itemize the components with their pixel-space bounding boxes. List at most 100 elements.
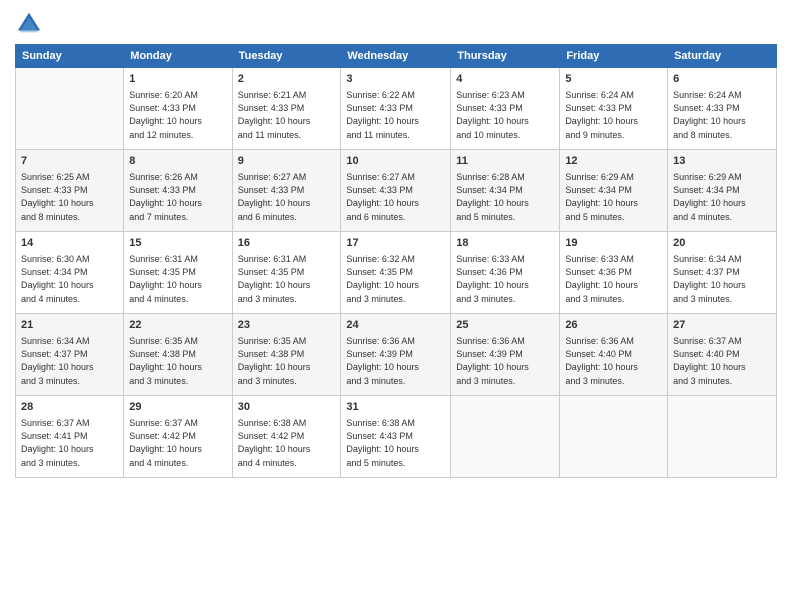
calendar-cell: 11 Sunrise: 6:28 AM Sunset: 4:34 PM Dayli… [451, 150, 560, 232]
calendar-cell: 3 Sunrise: 6:22 AM Sunset: 4:33 PM Daylig… [341, 68, 451, 150]
calendar-table: SundayMondayTuesdayWednesdayThursdayFrid… [15, 44, 777, 478]
day-number: 15 [129, 236, 226, 251]
day-number: 22 [129, 318, 226, 333]
day-info: Sunrise: 6:38 AM Sunset: 4:43 PM Dayligh… [346, 417, 445, 469]
day-number: 30 [238, 400, 336, 415]
day-info: Sunrise: 6:23 AM Sunset: 4:33 PM Dayligh… [456, 89, 554, 141]
day-number: 25 [456, 318, 554, 333]
calendar-cell: 8 Sunrise: 6:26 AM Sunset: 4:33 PM Daylig… [124, 150, 232, 232]
day-info: Sunrise: 6:36 AM Sunset: 4:40 PM Dayligh… [565, 335, 662, 387]
day-info: Sunrise: 6:38 AM Sunset: 4:42 PM Dayligh… [238, 417, 336, 469]
calendar-cell: 6Sunrise: 6:24 AM Sunset: 4:33 PM Daylig… [668, 68, 777, 150]
day-info: Sunrise: 6:20 AM Sunset: 4:33 PM Dayligh… [129, 89, 226, 141]
day-number: 29 [129, 400, 226, 415]
day-number: 11 [456, 154, 554, 169]
calendar-header: SundayMondayTuesdayWednesdayThursdayFrid… [16, 45, 777, 68]
day-info: Sunrise: 6:35 AM Sunset: 4:38 PM Dayligh… [129, 335, 226, 387]
day-info: Sunrise: 6:36 AM Sunset: 4:39 PM Dayligh… [346, 335, 445, 387]
day-info: Sunrise: 6:37 AM Sunset: 4:42 PM Dayligh… [129, 417, 226, 469]
calendar-cell: 30 Sunrise: 6:38 AM Sunset: 4:42 PM Dayli… [232, 396, 341, 478]
calendar-week-4: 21Sunrise: 6:34 AM Sunset: 4:37 PM Dayli… [16, 314, 777, 396]
day-info: Sunrise: 6:31 AM Sunset: 4:35 PM Dayligh… [238, 253, 336, 305]
day-number: 17 [346, 236, 445, 251]
day-info: Sunrise: 6:28 AM Sunset: 4:34 PM Dayligh… [456, 171, 554, 223]
calendar-cell: 28 Sunrise: 6:37 AM Sunset: 4:41 PM Dayli… [16, 396, 124, 478]
day-number: 10 [346, 154, 445, 169]
day-info: Sunrise: 6:34 AM Sunset: 4:37 PM Dayligh… [673, 253, 771, 305]
day-info: Sunrise: 6:24 AM Sunset: 4:33 PM Dayligh… [673, 89, 771, 141]
logo [15, 10, 47, 38]
calendar-cell: 22 Sunrise: 6:35 AM Sunset: 4:38 PM Dayli… [124, 314, 232, 396]
day-number: 12 [565, 154, 662, 169]
calendar-cell: 27 Sunrise: 6:37 AM Sunset: 4:40 PM Dayli… [668, 314, 777, 396]
day-info: Sunrise: 6:22 AM Sunset: 4:33 PM Dayligh… [346, 89, 445, 141]
calendar-cell: 14 Sunrise: 6:30 AM Sunset: 4:34 PM Dayli… [16, 232, 124, 314]
day-info: Sunrise: 6:27 AM Sunset: 4:33 PM Dayligh… [238, 171, 336, 223]
calendar-cell: 26Sunrise: 6:36 AM Sunset: 4:40 PM Dayli… [560, 314, 668, 396]
day-info: Sunrise: 6:24 AM Sunset: 4:33 PM Dayligh… [565, 89, 662, 141]
day-number: 4 [456, 72, 554, 87]
calendar-cell: 25 Sunrise: 6:36 AM Sunset: 4:39 PM Dayli… [451, 314, 560, 396]
day-number: 18 [456, 236, 554, 251]
weekday-header-sunday: Sunday [16, 45, 124, 68]
weekday-header-friday: Friday [560, 45, 668, 68]
day-number: 13 [673, 154, 771, 169]
day-number: 1 [129, 72, 226, 87]
calendar-body: 1 Sunrise: 6:20 AM Sunset: 4:33 PM Daylig… [16, 68, 777, 478]
weekday-header-row: SundayMondayTuesdayWednesdayThursdayFrid… [16, 45, 777, 68]
calendar-cell: 15Sunrise: 6:31 AM Sunset: 4:35 PM Dayli… [124, 232, 232, 314]
weekday-header-saturday: Saturday [668, 45, 777, 68]
calendar-cell: 12 Sunrise: 6:29 AM Sunset: 4:34 PM Dayli… [560, 150, 668, 232]
calendar-cell [668, 396, 777, 478]
calendar-week-3: 14 Sunrise: 6:30 AM Sunset: 4:34 PM Dayli… [16, 232, 777, 314]
calendar-week-2: 7 Sunrise: 6:25 AM Sunset: 4:33 PM Daylig… [16, 150, 777, 232]
calendar-cell: 24 Sunrise: 6:36 AM Sunset: 4:39 PM Dayli… [341, 314, 451, 396]
day-number: 20 [673, 236, 771, 251]
day-number: 14 [21, 236, 118, 251]
page: SundayMondayTuesdayWednesdayThursdayFrid… [0, 0, 792, 612]
calendar-cell: 10 Sunrise: 6:27 AM Sunset: 4:33 PM Dayli… [341, 150, 451, 232]
weekday-header-wednesday: Wednesday [341, 45, 451, 68]
day-number: 16 [238, 236, 336, 251]
calendar-cell: 20 Sunrise: 6:34 AM Sunset: 4:37 PM Dayli… [668, 232, 777, 314]
day-number: 28 [21, 400, 118, 415]
day-number: 8 [129, 154, 226, 169]
calendar-cell: 7 Sunrise: 6:25 AM Sunset: 4:33 PM Daylig… [16, 150, 124, 232]
calendar-cell: 5 Sunrise: 6:24 AM Sunset: 4:33 PM Daylig… [560, 68, 668, 150]
calendar-cell: 1 Sunrise: 6:20 AM Sunset: 4:33 PM Daylig… [124, 68, 232, 150]
day-number: 2 [238, 72, 336, 87]
calendar-cell [451, 396, 560, 478]
day-number: 27 [673, 318, 771, 333]
day-number: 23 [238, 318, 336, 333]
day-number: 3 [346, 72, 445, 87]
calendar-cell: 21Sunrise: 6:34 AM Sunset: 4:37 PM Dayli… [16, 314, 124, 396]
day-info: Sunrise: 6:29 AM Sunset: 4:34 PM Dayligh… [673, 171, 771, 223]
day-info: Sunrise: 6:35 AM Sunset: 4:38 PM Dayligh… [238, 335, 336, 387]
day-info: Sunrise: 6:33 AM Sunset: 4:36 PM Dayligh… [565, 253, 662, 305]
calendar-cell [560, 396, 668, 478]
day-number: 5 [565, 72, 662, 87]
calendar-cell: 17 Sunrise: 6:32 AM Sunset: 4:35 PM Dayli… [341, 232, 451, 314]
day-number: 7 [21, 154, 118, 169]
weekday-header-tuesday: Tuesday [232, 45, 341, 68]
calendar-cell: 4 Sunrise: 6:23 AM Sunset: 4:33 PM Daylig… [451, 68, 560, 150]
calendar-cell: 31Sunrise: 6:38 AM Sunset: 4:43 PM Dayli… [341, 396, 451, 478]
day-info: Sunrise: 6:30 AM Sunset: 4:34 PM Dayligh… [21, 253, 118, 305]
calendar-cell: 19 Sunrise: 6:33 AM Sunset: 4:36 PM Dayli… [560, 232, 668, 314]
calendar-week-5: 28 Sunrise: 6:37 AM Sunset: 4:41 PM Dayli… [16, 396, 777, 478]
day-info: Sunrise: 6:29 AM Sunset: 4:34 PM Dayligh… [565, 171, 662, 223]
day-info: Sunrise: 6:37 AM Sunset: 4:40 PM Dayligh… [673, 335, 771, 387]
day-info: Sunrise: 6:25 AM Sunset: 4:33 PM Dayligh… [21, 171, 118, 223]
weekday-header-thursday: Thursday [451, 45, 560, 68]
day-info: Sunrise: 6:37 AM Sunset: 4:41 PM Dayligh… [21, 417, 118, 469]
calendar-cell [16, 68, 124, 150]
calendar-cell: 2Sunrise: 6:21 AM Sunset: 4:33 PM Daylig… [232, 68, 341, 150]
day-info: Sunrise: 6:26 AM Sunset: 4:33 PM Dayligh… [129, 171, 226, 223]
day-number: 19 [565, 236, 662, 251]
day-info: Sunrise: 6:27 AM Sunset: 4:33 PM Dayligh… [346, 171, 445, 223]
day-number: 24 [346, 318, 445, 333]
calendar-cell: 16 Sunrise: 6:31 AM Sunset: 4:35 PM Dayli… [232, 232, 341, 314]
day-info: Sunrise: 6:32 AM Sunset: 4:35 PM Dayligh… [346, 253, 445, 305]
day-info: Sunrise: 6:36 AM Sunset: 4:39 PM Dayligh… [456, 335, 554, 387]
calendar-cell: 9Sunrise: 6:27 AM Sunset: 4:33 PM Daylig… [232, 150, 341, 232]
